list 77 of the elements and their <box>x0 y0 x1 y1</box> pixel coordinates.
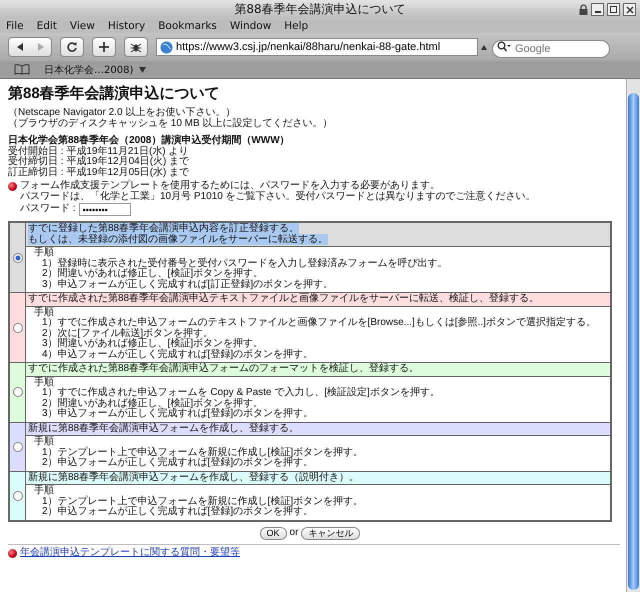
steps-label: 手順 <box>34 437 55 448</box>
dropdown-arrow-icon[interactable] <box>139 66 146 72</box>
radio-button[interactable] <box>12 490 22 500</box>
bullet-icon <box>8 182 17 191</box>
menu-item[interactable]: Bookmarks <box>158 20 217 32</box>
book-icon[interactable] <box>14 64 30 75</box>
reload-button[interactable] <box>60 37 84 57</box>
step-text: 4）申込フォームが正しく完成すれば[登録]のボタンを押す。 <box>41 350 314 360</box>
option-title: すでに作成された第88春季年会講演申込フォームのフォーマットを検証し、登録する。 <box>28 364 420 374</box>
menu-item[interactable]: Edit <box>36 20 57 32</box>
option-title: すでに作成された第88春季年会講演申込テキストファイルと画像ファイルをサーバーに転送、検証し、登録する。 <box>28 294 540 304</box>
note-text: （Netscape Navigator 2.0 以上をお使い下さい。） <box>8 108 236 118</box>
notice-text: フォーム作成支援テンプレートを使用するためには、パスワードを入力する必要があります。 <box>20 181 441 191</box>
steps-label: 手順 <box>34 486 55 496</box>
step-text: 1）テンプレート上で申込フォームを新規に作成し[検証]ボタンを押す。 <box>41 496 364 506</box>
step-text: 2）間違いがあれば修正し、[検証]ボタンを押す。 <box>41 398 264 408</box>
step-text: 1）登録時に表示された受付番号と受付パスワードを入力し登録済みフォームを呼び出す。 <box>41 258 449 268</box>
step-text: 2）次に[ファイル転送]ボタンを押す。 <box>41 328 214 338</box>
password-label: パスワード : <box>20 204 76 215</box>
radio-button[interactable] <box>12 387 22 398</box>
radio-button[interactable] <box>12 252 22 262</box>
url-text: https://www3.csj.jp/nenkai/88haru/nenkai-88-gate.html <box>176 41 440 53</box>
step-text: 1）テンプレート上で申込フォームを新規に作成し[検証]ボタンを押す。 <box>41 448 364 458</box>
steps-label: 手順 <box>34 378 55 388</box>
option-title: 新規に第88春季年会講演申込フォームを作成し、登録する（説明付き）。 <box>28 472 360 483</box>
radio-button[interactable] <box>12 322 22 332</box>
steps-label: 手順 <box>34 308 55 318</box>
help-link[interactable]: 年会講演申込テンプレートに関する質問・要望等 <box>20 548 240 558</box>
step-text: 3）間違いがあれば修正し、[検証]ボタンを押す。 <box>41 339 264 349</box>
plus-icon <box>98 41 110 53</box>
date-line: 受付開始日 : 平成19年11月21日(水) より <box>8 146 190 156</box>
close-button[interactable] <box>623 3 636 16</box>
address-field[interactable]: https://www3.csj.jp/nenkai/88haru/nenkai-88-gate.html <box>156 38 478 56</box>
menu-item[interactable]: View <box>70 20 95 32</box>
bullet-icon <box>8 548 17 558</box>
ok-button[interactable]: OK <box>260 526 287 540</box>
page-heading: 第88春季年会講演申込について <box>8 85 221 102</box>
cancel-button[interactable]: キャンセル <box>301 526 360 540</box>
back-forward-button[interactable] <box>8 37 52 57</box>
bug-icon[interactable] <box>124 37 148 57</box>
or-text: or <box>290 528 298 538</box>
note-text: （ブラウザのディスクキャッシュを 10 MB 以上に設定してください。） <box>8 118 334 129</box>
search-icon <box>497 40 511 52</box>
section-title: 日本化学会第88春季年会（2008）講演申込受付期間（WWW） <box>8 136 291 146</box>
back-icon[interactable] <box>14 42 24 52</box>
step-text: 2）間違いがあれば修正し、[検証]ボタンを押す。 <box>41 269 264 279</box>
scrollbar[interactable] <box>626 79 640 592</box>
window-title: 第88春季年会講演申込について <box>234 0 406 18</box>
menu-item[interactable]: History <box>108 20 146 32</box>
step-text: 2）申込フォームが正しく完成すれば[登録]のボタンを押す。 <box>41 458 314 468</box>
close-icon <box>626 6 634 14</box>
notice-text: パスワードは、「化学と工業」10月号 P1010 をご覧下さい。受付パスワードとは異なりますのでご注意ください。 <box>20 192 536 202</box>
menu-item[interactable]: Window <box>230 20 272 32</box>
reload-icon <box>66 41 78 53</box>
menu-item[interactable]: File <box>6 20 24 32</box>
steps-label: 手順 <box>34 248 55 258</box>
option-title: 新規に第88春季年会講演申込フォームを作成し、登録する。 <box>28 424 300 434</box>
password-field[interactable]: •••••••• <box>78 203 131 216</box>
lock-icon <box>579 4 588 15</box>
globe-icon <box>160 40 173 54</box>
step-text: 3）申込フォームが正しく完成すれば[登録]のボタンを押す。 <box>41 409 314 420</box>
option-title: すでに登録した第88春季年会講演申込内容を訂正登録する。 <box>28 224 300 234</box>
step-text: 1）すでに作成された申込フォームのテキストファイルと画像ファイルを[Browse...]もしくは[参照..]ボタンで選択指定する。 <box>41 318 597 328</box>
radio-button[interactable] <box>12 442 22 452</box>
step-text: 2）申込フォームが正しく完成すれば[登録]のボタンを押す。 <box>41 507 314 518</box>
step-text: 3）申込フォームが正しく完成すれば[訂正登録]のボタンを押す。 <box>41 280 334 290</box>
bookmark-item[interactable]: 日本化学会…2008) <box>44 62 134 76</box>
minimize-button[interactable] <box>591 3 604 16</box>
option-title: もしくは、未登録の添付図の画像ファイルをサーバーに転送する。 <box>28 234 329 245</box>
date-line: 訂正締切日 : 平成19年12月05日(水) まで <box>8 168 190 178</box>
search-field[interactable]: Google <box>492 40 610 58</box>
date-line: 受付締切日 : 平成19年12月04日(火) まで <box>8 157 190 167</box>
menu-item[interactable]: Help <box>284 20 308 32</box>
step-text: 1）すでに作成された申込フォームを Copy & Paste で入力し、[検証設定]ボタンを押す。 <box>41 388 441 398</box>
add-button[interactable] <box>92 37 116 57</box>
caret-icon[interactable] <box>481 44 487 50</box>
maximize-button[interactable] <box>607 3 620 16</box>
